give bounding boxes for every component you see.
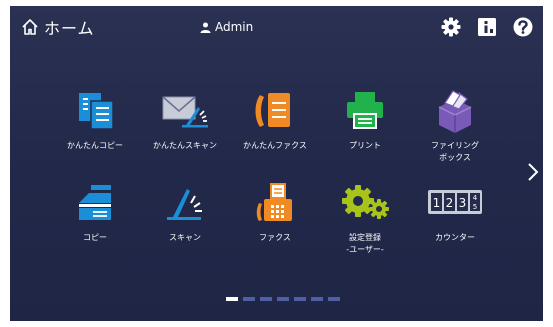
svg-text:2: 2 — [446, 196, 454, 210]
tile-label: 設定登録 -ユーザー- — [346, 233, 384, 254]
chevron-right-icon — [528, 163, 539, 181]
easy-copy-icon — [79, 93, 114, 130]
tile-label: カウンター — [435, 233, 475, 242]
tile-label: ファクス — [259, 233, 291, 242]
tile-print[interactable]: プリント — [320, 88, 410, 168]
page-dot[interactable] — [243, 297, 255, 301]
help-icon — [513, 17, 533, 37]
page-dot[interactable] — [311, 297, 323, 301]
tile-label: コピー — [83, 233, 107, 242]
info-icon — [478, 18, 496, 36]
fax-icon — [256, 183, 292, 221]
tile-easy-copy[interactable]: かんたんコピー — [50, 88, 140, 168]
copy-icon — [79, 185, 111, 220]
help-button[interactable] — [511, 15, 535, 39]
svg-text:3: 3 — [459, 196, 467, 210]
svg-text:1: 1 — [433, 196, 441, 210]
tile-easy-fax[interactable]: かんたんファクス — [230, 88, 320, 168]
filing-box-icon — [438, 90, 472, 133]
top-bar: ホーム Admin — [10, 6, 543, 52]
tile-counter[interactable]: 123 45 カウンター — [410, 180, 500, 260]
user-indicator[interactable]: Admin — [200, 20, 253, 34]
easy-scan-icon — [162, 96, 208, 128]
page-dot[interactable] — [277, 297, 289, 301]
home-screen: ホーム Admin かんたんコピー かんたんスキャン かんたんファクス プリント… — [10, 6, 543, 321]
home-icon — [22, 19, 38, 35]
toolbar-icons — [439, 15, 535, 39]
print-icon — [347, 92, 383, 129]
info-button[interactable] — [475, 15, 499, 39]
next-page-button[interactable] — [525, 160, 541, 184]
easy-fax-icon — [255, 93, 290, 127]
tile-label: スキャン — [169, 233, 201, 242]
page-title: ホーム — [44, 19, 95, 38]
scan-icon — [167, 189, 202, 220]
tile-label: かんたんスキャン — [153, 141, 217, 150]
page-dot[interactable] — [294, 297, 306, 301]
page-indicator — [226, 297, 340, 301]
tile-scan[interactable]: スキャン — [140, 180, 230, 260]
svg-text:4: 4 — [473, 194, 478, 202]
settings-button[interactable] — [439, 15, 463, 39]
page-dot[interactable] — [226, 297, 238, 301]
page-dot[interactable] — [328, 297, 340, 301]
user-icon — [200, 22, 211, 33]
tile-copy[interactable]: コピー — [50, 180, 140, 260]
tile-filing-box[interactable]: ファイリング ボックス — [410, 88, 500, 168]
settings-registration-icon — [342, 185, 389, 219]
svg-text:5: 5 — [473, 203, 477, 211]
tile-label: かんたんコピー — [67, 141, 123, 150]
counter-icon: 123 45 — [428, 190, 482, 214]
tile-label: プリント — [349, 141, 381, 150]
user-name: Admin — [215, 20, 254, 34]
tile-label: ファイリング ボックス — [431, 141, 479, 162]
home-button[interactable]: ホーム — [21, 15, 95, 39]
tile-fax[interactable]: ファクス — [230, 180, 320, 260]
tile-user-settings[interactable]: 設定登録 -ユーザー- — [320, 180, 410, 260]
settings-icon — [441, 17, 461, 37]
tile-label: かんたんファクス — [243, 141, 307, 150]
tile-easy-scan[interactable]: かんたんスキャン — [140, 88, 230, 168]
page-dot[interactable] — [260, 297, 272, 301]
